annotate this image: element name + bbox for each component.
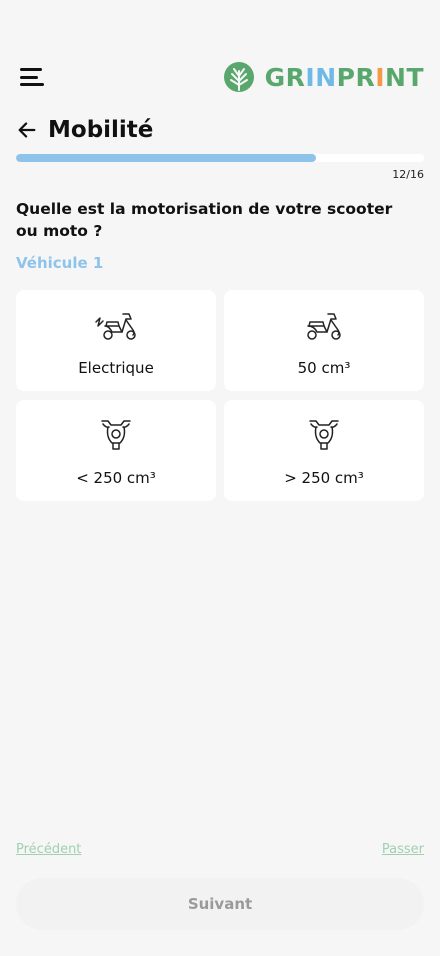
tree-leaf-logo-icon [223,62,254,92]
hamburger-menu-icon[interactable] [20,68,44,86]
page-title: Mobilité [48,117,154,143]
option-label: Electrique [78,359,154,377]
question-text: Quelle est la motorisation de votre scoo… [16,200,393,240]
logo-part: NT [385,62,424,92]
scooter-icon [303,306,345,344]
app-header: GRINPRINT [0,58,440,94]
skip-link[interactable]: Passer [382,842,424,857]
electric-scooter-icon [93,306,139,344]
progress-bar [16,154,424,162]
arrow-left-icon[interactable] [16,119,38,141]
progress-counter: 12/16 [392,168,424,181]
logo-part: GR [264,62,306,92]
option-50cc[interactable]: 50 cm³ [224,290,424,391]
option-over-250cc[interactable]: > 250 cm³ [224,400,424,501]
logo-part: I [375,62,386,92]
logo-part: IN [305,62,337,92]
logo-wordmark: GRINPRINT [265,63,424,92]
motorcycle-front-icon [308,416,340,454]
vehicle-label: Véhicule 1 [16,254,104,272]
next-button[interactable]: Suivant [16,878,424,930]
option-electrique[interactable]: Electrique [16,290,216,391]
progress-bar-fill [16,154,316,162]
logo-part: PR [336,62,376,92]
option-label: > 250 cm³ [284,469,364,487]
title-row: Mobilité [16,116,153,144]
option-under-250cc[interactable]: < 250 cm³ [16,400,216,501]
option-label: < 250 cm³ [76,469,156,487]
motorcycle-front-icon [100,416,132,454]
previous-link[interactable]: Précédent [16,842,81,857]
nav-links: Précédent Passer [16,842,424,860]
options-grid: Electrique 50 cm³ < 250 cm³ > 250 cm³ [16,290,424,501]
grinprint-logo: GRINPRINT [223,60,424,94]
option-label: 50 cm³ [297,359,351,377]
